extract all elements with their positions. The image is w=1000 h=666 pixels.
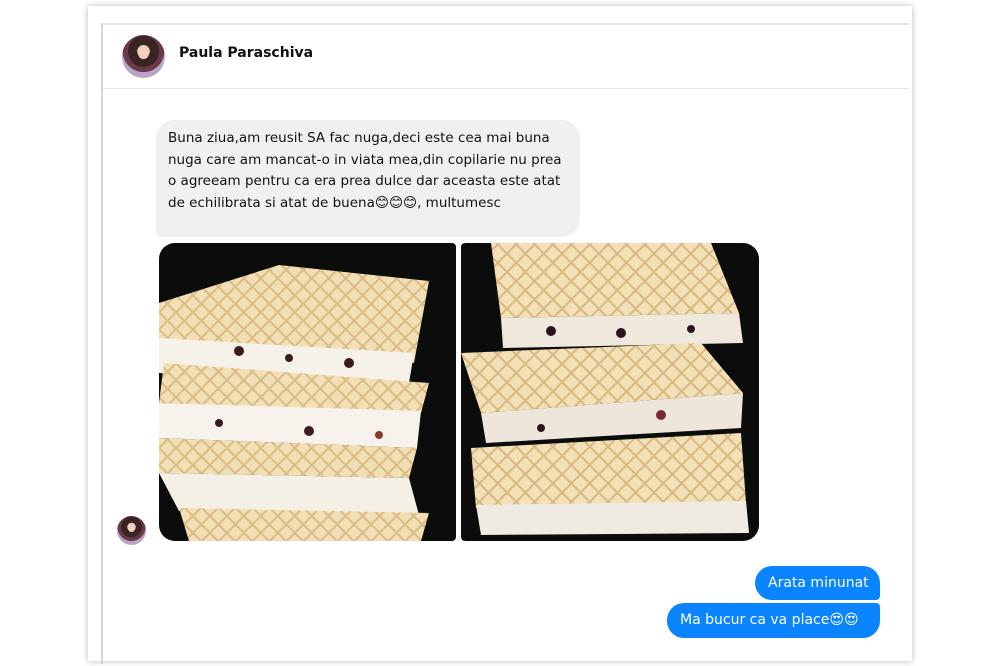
outgoing-message-2: Ma bucur ca va place😍😍 — [667, 603, 880, 638]
incoming-message: Buna ziua,am reusit SA fac nuga,deci est… — [156, 120, 580, 237]
contact-name[interactable]: Paula Paraschiva — [179, 45, 313, 61]
contact-avatar[interactable] — [122, 35, 165, 78]
attached-photo-1[interactable] — [159, 243, 456, 541]
header-divider — [103, 88, 909, 89]
sender-avatar[interactable] — [117, 516, 146, 545]
outgoing-message-1: Arata minunat — [755, 566, 880, 600]
panel-top-border — [101, 23, 909, 25]
attached-photo-2[interactable] — [461, 243, 759, 541]
panel-left-border — [101, 24, 103, 664]
